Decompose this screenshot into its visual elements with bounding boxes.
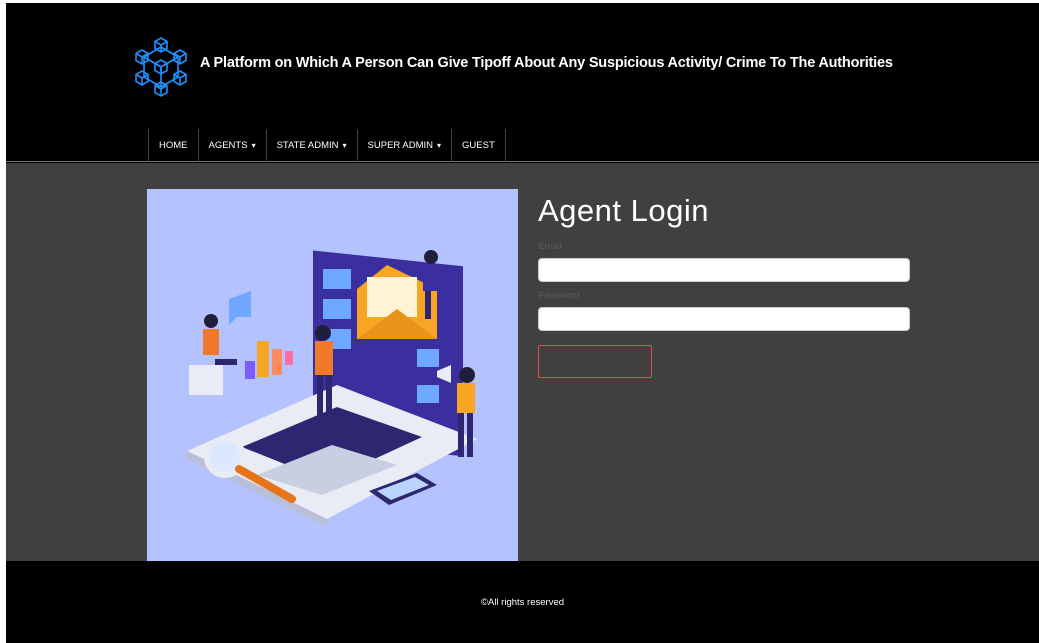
nav-item-label: HOME [159, 140, 188, 151]
email-field[interactable] [538, 258, 910, 282]
nav-item-home[interactable]: HOME [149, 129, 199, 162]
email-label: Email [538, 241, 562, 252]
nav-item-guest[interactable]: GUEST [452, 129, 506, 162]
nav-item-label: GUEST [462, 140, 495, 151]
nav-item-agents[interactable]: AGENTS ▾ [199, 129, 267, 162]
password-label: Password [538, 290, 580, 301]
page-frame: A Platform on Which A Person Can Give Ti… [6, 3, 1039, 643]
caret-down-icon: ▾ [251, 141, 256, 150]
login-button[interactable] [538, 345, 652, 378]
nav-item-state-admin[interactable]: STATE ADMIN ▾ [267, 129, 358, 162]
login-title: Agent Login [538, 193, 709, 228]
navbar: HOME AGENTS ▾ STATE ADMIN ▾ SUPER ADMIN ▾ G… [6, 129, 1039, 162]
login-form: Agent Login Email Password [538, 193, 910, 382]
site-footer: ©All rights reserved [6, 561, 1039, 643]
login-illustration-image [147, 189, 518, 561]
main-content: Agent Login Email Password [6, 163, 1039, 561]
password-field[interactable] [538, 307, 910, 331]
nav-item-super-admin[interactable]: SUPER ADMIN ▾ [358, 129, 453, 162]
caret-down-icon: ▾ [342, 141, 347, 150]
nav-menu: HOME AGENTS ▾ STATE ADMIN ▾ SUPER ADMIN ▾ G… [148, 129, 506, 162]
nav-item-label: AGENTS [208, 140, 248, 151]
cube-network-logo-icon [135, 37, 187, 97]
nav-item-label: SUPER ADMIN [367, 140, 433, 151]
site-header: A Platform on Which A Person Can Give Ti… [6, 3, 1039, 129]
copyright-text: ©All rights reserved [480, 597, 565, 608]
nav-item-label: STATE ADMIN [276, 140, 339, 151]
caret-down-icon: ▾ [437, 141, 442, 150]
site-title: A Platform on Which A Person Can Give Ti… [200, 55, 893, 71]
